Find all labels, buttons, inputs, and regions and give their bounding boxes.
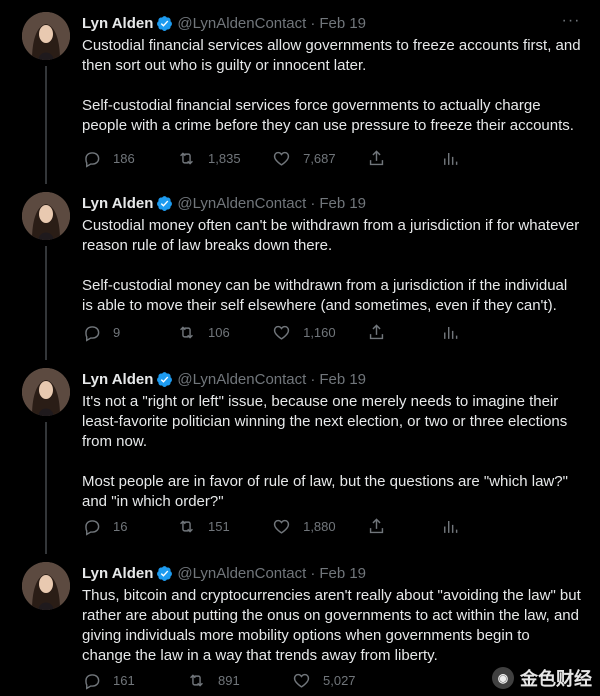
avatar[interactable]	[22, 562, 70, 610]
author-name[interactable]: Lyn Alden	[82, 565, 153, 582]
tweet-thread: Lyn Alden @LynAldenContact · Feb 19 ··· …	[0, 0, 600, 696]
analytics-button[interactable]	[440, 323, 512, 342]
author-name[interactable]: Lyn Alden	[82, 195, 153, 212]
separator-dot: ·	[310, 564, 316, 582]
like-icon	[273, 519, 290, 534]
verified-badge-icon	[156, 565, 173, 582]
retweet-count: 151	[208, 518, 230, 534]
separator-dot: ·	[310, 14, 316, 32]
analytics-icon	[443, 520, 457, 533]
tweet-4[interactable]: Lyn Alden @LynAldenContact · Feb 19 Thus…	[0, 550, 600, 696]
analytics-icon	[443, 326, 457, 339]
thread-line	[45, 422, 47, 554]
reply-button[interactable]: 161	[82, 671, 187, 690]
reply-count: 161	[113, 672, 135, 688]
like-icon	[273, 151, 290, 166]
reply-count: 186	[113, 150, 135, 166]
share-icon	[369, 149, 384, 165]
tweet-text: Thus, bitcoin and cryptocurrencies aren'…	[82, 587, 581, 664]
separator-dot: ·	[310, 194, 316, 212]
reply-count: 16	[113, 518, 128, 534]
author-name[interactable]: Lyn Alden	[82, 15, 153, 32]
wechat-icon: ◉	[492, 667, 514, 689]
watermark: ◉ 金色财经	[492, 666, 592, 690]
reply-icon	[85, 519, 100, 536]
reply-count: 9	[113, 324, 121, 340]
tweet-3[interactable]: Lyn Alden @LynAldenContact · Feb 19 It's…	[0, 356, 600, 554]
author-name[interactable]: Lyn Alden	[82, 371, 153, 388]
verified-badge-icon	[156, 195, 173, 212]
author-handle[interactable]: @LynAldenContact	[177, 195, 306, 212]
tweet-text: It's not a "right or left" issue, becaus…	[82, 393, 568, 510]
share-icon	[369, 323, 384, 339]
share-icon	[369, 517, 384, 533]
like-count: 7,687	[303, 150, 336, 166]
tweet-date[interactable]: Feb 19	[319, 195, 366, 212]
retweet-icon	[180, 151, 193, 165]
avatar[interactable]	[22, 192, 70, 240]
like-button[interactable]: 7,687	[272, 149, 367, 168]
reply-button[interactable]: 186	[82, 149, 177, 168]
like-count: 1,880	[303, 518, 336, 534]
reply-icon	[85, 325, 100, 342]
more-icon[interactable]: ···	[560, 12, 582, 34]
author-handle[interactable]: @LynAldenContact	[177, 371, 306, 388]
retweet-button[interactable]: 106	[177, 323, 272, 342]
share-button[interactable]	[367, 323, 439, 342]
watermark-text: 金色财经	[520, 669, 592, 689]
tweet-text: Custodial financial services allow gover…	[82, 37, 581, 134]
retweet-icon	[180, 519, 193, 533]
separator-dot: ·	[310, 370, 316, 388]
retweet-count: 891	[218, 672, 240, 688]
reply-icon	[85, 673, 100, 690]
tweet-date[interactable]: Feb 19	[319, 371, 366, 388]
tweet-date[interactable]: Feb 19	[319, 15, 366, 32]
like-icon	[273, 325, 290, 340]
tweet-text: Custodial money often can't be withdrawn…	[82, 217, 580, 314]
retweet-button[interactable]: 1,835	[177, 149, 272, 168]
retweet-icon	[190, 673, 203, 687]
thread-line	[45, 66, 47, 184]
like-icon	[293, 673, 310, 688]
analytics-icon	[443, 152, 457, 165]
avatar[interactable]	[22, 12, 70, 60]
like-count: 5,027	[323, 672, 356, 688]
reply-icon	[85, 151, 100, 168]
retweet-icon	[180, 325, 193, 339]
like-button[interactable]: 5,027	[292, 671, 397, 690]
reply-button[interactable]: 16	[82, 517, 177, 536]
author-handle[interactable]: @LynAldenContact	[177, 15, 306, 32]
like-count: 1,160	[303, 324, 336, 340]
thread-line	[45, 246, 47, 360]
share-button[interactable]	[367, 517, 439, 536]
retweet-count: 106	[208, 324, 230, 340]
reply-button[interactable]: 9	[82, 323, 177, 342]
tweet-date[interactable]: Feb 19	[319, 565, 366, 582]
like-button[interactable]: 1,880	[272, 517, 367, 536]
share-button[interactable]	[367, 149, 439, 168]
verified-badge-icon	[156, 371, 173, 388]
tweet-2[interactable]: Lyn Alden @LynAldenContact · Feb 19 Cust…	[0, 180, 600, 360]
tweet-1[interactable]: Lyn Alden @LynAldenContact · Feb 19 ··· …	[0, 0, 600, 184]
retweet-button[interactable]: 891	[187, 671, 292, 690]
retweet-button[interactable]: 151	[177, 517, 272, 536]
verified-badge-icon	[156, 15, 173, 32]
analytics-button[interactable]	[440, 517, 512, 536]
retweet-count: 1,835	[208, 150, 241, 166]
avatar[interactable]	[22, 368, 70, 416]
like-button[interactable]: 1,160	[272, 323, 367, 342]
author-handle[interactable]: @LynAldenContact	[177, 565, 306, 582]
analytics-button[interactable]	[440, 149, 512, 168]
